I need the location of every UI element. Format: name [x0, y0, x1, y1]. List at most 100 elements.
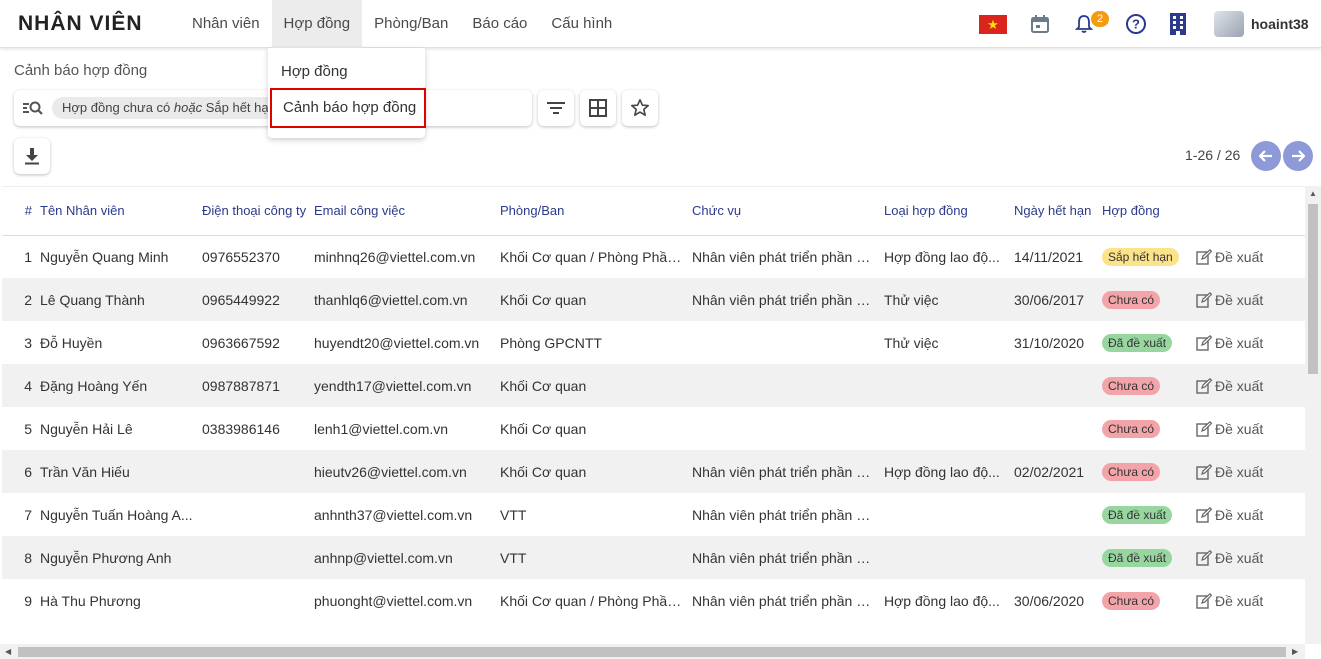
propose-button[interactable]: Đề xuất: [1196, 248, 1263, 265]
cell-employee-name: Nguyễn Quang Minh: [40, 248, 169, 265]
pager-value[interactable]: 1-26 / 26: [1185, 147, 1240, 163]
filter-icon: [547, 102, 565, 114]
dropdown-item-contract-alerts[interactable]: Cảnh báo hợp đồng: [270, 88, 426, 128]
vertical-scrollbar[interactable]: ▲: [1305, 186, 1321, 644]
cell-work-email: phuonght@viettel.com.vn: [314, 592, 473, 609]
cell-row-number: 6: [2, 450, 36, 493]
cell-company-phone: [198, 536, 310, 579]
menu-contracts[interactable]: Hợp đồng: [271, 0, 363, 48]
scroll-up-icon[interactable]: ▲: [1309, 189, 1317, 198]
cell-contract-status: Sắp hết hạn: [1098, 235, 1192, 278]
calendar-icon[interactable]: [1028, 12, 1052, 36]
cell-employee-name: Trần Văn Hiếu: [36, 450, 198, 493]
table-row[interactable]: 9 Hà Thu Phương phuonght@viettel.com.vn Khố…: [2, 579, 1305, 622]
building-icon[interactable]: [1166, 12, 1190, 36]
edit-icon: [1196, 506, 1213, 523]
status-badge: Đã đề xuất: [1102, 505, 1173, 524]
avatar[interactable]: [1214, 11, 1244, 37]
propose-button[interactable]: Đề xuất: [1196, 592, 1263, 609]
status-badge: Chưa có: [1102, 290, 1161, 309]
favorites-button[interactable]: [622, 90, 658, 126]
header-contract-status[interactable]: Hợp đồng: [1098, 187, 1192, 236]
search-facet[interactable]: Hợp đồng chưa có hoặc Sắp hết hạn: [52, 97, 286, 119]
dropdown-item-contracts[interactable]: Hợp đồng: [268, 54, 425, 90]
header-company-phone[interactable]: Điện thoại công ty: [198, 187, 310, 236]
cell-contract-status: Chưa có: [1098, 579, 1192, 622]
menu-employees[interactable]: Nhân viên: [180, 0, 272, 48]
username[interactable]: hoaint38: [1251, 16, 1309, 32]
propose-button[interactable]: Đề xuất: [1196, 420, 1263, 437]
header-employee-name[interactable]: Tên Nhân viên: [36, 187, 198, 236]
table-row[interactable]: 4 Đặng Hoàng Yến 0987887871 yendth17@viette…: [2, 364, 1305, 407]
horizontal-scroll-thumb[interactable]: [18, 647, 1286, 657]
table-row[interactable]: 1 Nguyễn Quang Minh 0976552370 minhnq26@vie…: [2, 235, 1305, 278]
cell-department: Khối Cơ quan / Phòng Phần ...: [500, 592, 688, 609]
cell-work-email: anhnth37@viettel.com.vn: [314, 506, 473, 523]
breadcrumb: Cảnh báo hợp đồng: [14, 62, 148, 79]
status-badge: Chưa có: [1102, 419, 1161, 438]
cell-expiry-date: 02/02/2021: [1010, 450, 1098, 493]
table-row[interactable]: 8 Nguyễn Phương Anh anhnp@viettel.com.vn VT…: [2, 536, 1305, 579]
cell-employee-name: Đỗ Huyền: [40, 334, 103, 351]
cell-row-number: 9: [24, 592, 32, 609]
propose-label: Đề xuất: [1215, 291, 1264, 308]
cell-actions: Đề xuất: [1192, 536, 1305, 579]
scroll-left-icon[interactable]: ◀: [5, 647, 11, 656]
cell-expiry-date: [1010, 536, 1098, 579]
table-row[interactable]: 3 Đỗ Huyền 0963667592 huyendt20@viettel.com…: [2, 321, 1305, 364]
scroll-right-icon[interactable]: ▶: [1292, 647, 1298, 656]
table-row[interactable]: 2 Lê Quang Thành 0965449922 thanhlq6@viette…: [2, 278, 1305, 321]
svg-text:?: ?: [1132, 17, 1140, 32]
menu-departments[interactable]: Phòng/Ban: [362, 0, 460, 48]
cell-company-phone: [198, 493, 310, 536]
table-row[interactable]: 5 Nguyễn Hải Lê 0383986146 lenh1@viettel.co…: [2, 407, 1305, 450]
top-navbar: NHÂN VIÊN Nhân viên Hợp đồng Phòng/Ban B…: [0, 0, 1321, 48]
download-button[interactable]: [14, 138, 50, 174]
cell-company-phone: 0965449922: [198, 278, 310, 321]
cell-expiry-date: [1010, 364, 1098, 407]
header-position[interactable]: Chức vụ: [688, 187, 880, 236]
cell-work-email: lenh1@viettel.com.vn: [314, 420, 449, 437]
cell-expiry-date: 31/10/2020: [1014, 334, 1085, 351]
vertical-scroll-thumb[interactable]: [1308, 204, 1318, 374]
flag-vietnam-icon[interactable]: ★: [979, 15, 1007, 34]
cell-position: [688, 321, 880, 364]
cell-expiry-date: 30/06/2020: [1014, 592, 1085, 609]
menu-configuration[interactable]: Cấu hình: [539, 0, 624, 48]
menu-reports[interactable]: Báo cáo: [460, 0, 539, 48]
cell-company-phone: 0963667592: [202, 334, 280, 351]
facet-text-1: Hợp đồng chưa có: [62, 100, 174, 115]
group-by-button[interactable]: [580, 90, 616, 126]
header-contract-type[interactable]: Loại hợp đồng: [880, 187, 1010, 236]
propose-button[interactable]: Đề xuất: [1196, 291, 1264, 308]
cell-actions: Đề xuất: [1192, 321, 1305, 364]
help-icon[interactable]: ?: [1124, 12, 1148, 36]
header-number[interactable]: #: [2, 187, 36, 236]
edit-icon: [1196, 248, 1213, 265]
cell-employee-name: Nguyễn Phương Anh: [36, 536, 198, 579]
arrow-left-icon[interactable]: [1251, 141, 1281, 171]
cell-actions: Đề xuất: [1192, 235, 1305, 278]
edit-icon: [1196, 549, 1213, 566]
notification-badge: 2: [1091, 11, 1109, 27]
header-work-email[interactable]: Email công việc: [310, 187, 496, 236]
propose-button[interactable]: Đề xuất: [1196, 334, 1263, 351]
horizontal-scrollbar[interactable]: ◀ ▶: [0, 644, 1305, 659]
cell-contract-status: Đã đề xuất: [1098, 321, 1192, 364]
cell-contract-type: [880, 536, 1010, 579]
table-row[interactable]: 7 Nguyễn Tuấn Hoàng A... anhnth37@viettel.…: [2, 493, 1305, 536]
header-department[interactable]: Phòng/Ban: [496, 187, 688, 236]
propose-button[interactable]: Đề xuất: [1196, 506, 1263, 523]
propose-button[interactable]: Đề xuất: [1196, 377, 1263, 394]
header-expiry-date[interactable]: Ngày hết hạn: [1010, 187, 1098, 236]
cell-employee-name: Đặng Hoàng Yến: [36, 364, 198, 407]
propose-button[interactable]: Đề xuất: [1196, 463, 1263, 480]
cell-row-number: 7: [24, 506, 32, 523]
filter-button[interactable]: [538, 90, 574, 126]
table-row[interactable]: 6 Trần Văn Hiếu hieutv26@viettel.com.vn Khố…: [2, 450, 1305, 493]
arrow-right-icon[interactable]: [1283, 141, 1313, 171]
status-badge: Đã đề xuất: [1102, 548, 1173, 567]
propose-button[interactable]: Đề xuất: [1196, 549, 1263, 566]
cell-department: Khối Cơ quan / Phòng Phần ...: [500, 248, 688, 265]
cell-contract-type: [880, 493, 1010, 536]
